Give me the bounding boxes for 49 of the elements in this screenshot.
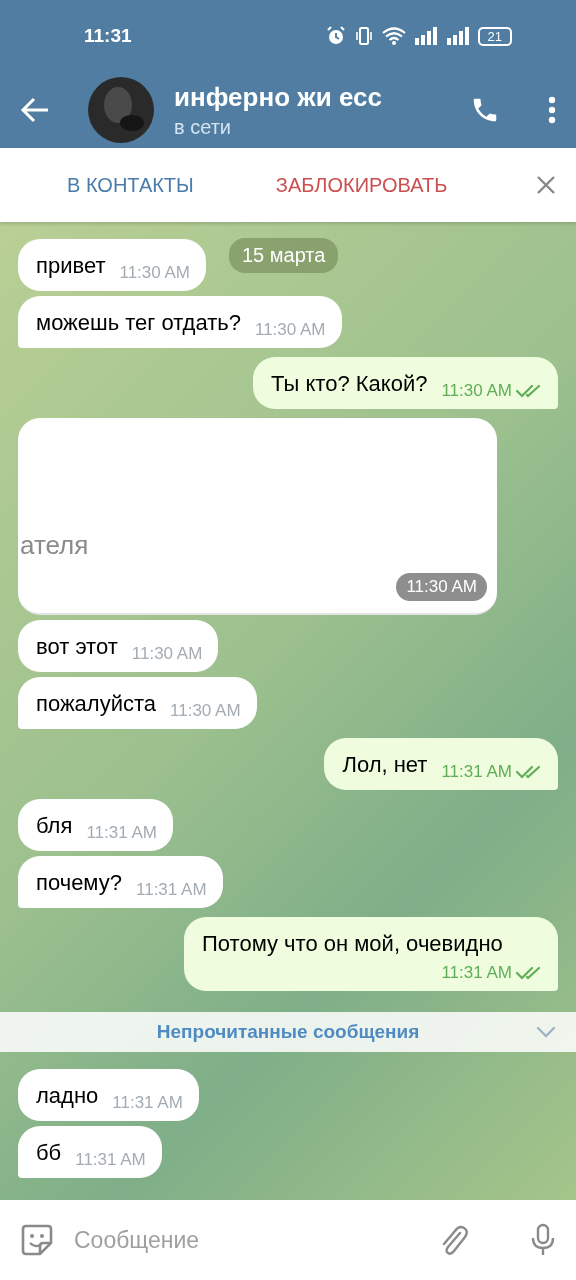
message-text: почему? [36,870,122,896]
date-chip: 15 марта [229,238,339,273]
unread-label: Непрочитанные сообщения [156,1021,420,1043]
message-time: 11:30 AM [441,381,512,401]
close-button[interactable] [536,175,556,195]
message-time: 11:30 AM [119,263,191,283]
double-check-icon [516,765,542,779]
double-check-icon [516,966,542,980]
signal-icon [413,27,438,45]
message-time: 11:30 AM [254,320,326,340]
message-time: 11:31 AM [441,963,512,983]
avatar[interactable] [88,77,154,143]
alarm-icon [325,26,346,46]
sticker-icon[interactable] [20,1223,54,1257]
battery-level: 21 [477,26,512,46]
message-text: бля [36,813,73,839]
message-time: 11:31 AM [112,1093,183,1113]
microphone-icon[interactable] [530,1223,556,1257]
message-time: 11:31 AM [441,762,512,782]
message-time: 11:30 AM [396,573,487,601]
add-contact-button[interactable]: В КОНТАКТЫ [67,173,194,197]
double-check-icon [516,384,542,398]
message-text: пожалуйста [36,691,157,717]
message-time: 11:31 AM [86,823,157,843]
message-text: ателя [20,530,89,561]
vibrate-icon [353,26,374,46]
status-time: 11:31 [84,25,132,47]
message-text: бб [36,1140,62,1166]
signal-icon [445,27,470,45]
chat-title: инферно жи есс [174,81,383,113]
message-time: 11:31 AM [136,880,207,900]
message-time: 11:31 AM [75,1150,146,1170]
chevron-down-icon[interactable] [536,1026,556,1038]
message-text: вот этот [36,634,118,660]
block-button[interactable]: ЗАБЛОКИРОВАТЬ [275,173,448,197]
message-text: Потому что он мой, очевидно [202,931,503,957]
more-button[interactable] [548,96,556,124]
message-text: привет [36,253,106,279]
message-time: 11:30 AM [131,644,203,664]
message-time: 11:30 AM [170,701,241,721]
wifi-icon [381,27,406,45]
back-button[interactable] [20,97,50,123]
message-text: можешь тег отдать? [36,310,241,336]
media-message[interactable]: ателя 11:30 AM [18,418,497,615]
message-text: ладно [36,1083,99,1109]
message-text: Лол, нет [342,752,428,778]
online-status: в сети [174,115,232,139]
message-text: Ты кто? Какой? [271,371,428,397]
message-input[interactable]: Сообщение [72,1225,420,1255]
